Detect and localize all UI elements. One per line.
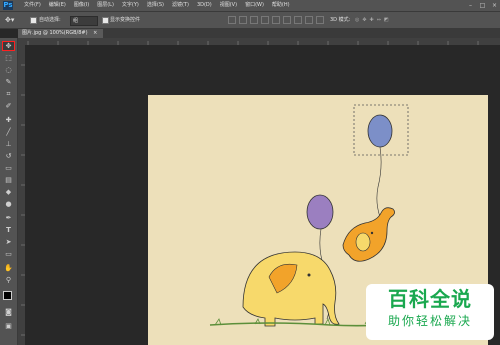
horizontal-ruler bbox=[18, 38, 500, 45]
watermark-subtitle: 助你轻松解决 bbox=[387, 314, 472, 328]
eyedropper-tool[interactable]: ✐ bbox=[3, 102, 14, 110]
distribute-v-icon[interactable] bbox=[316, 16, 324, 24]
align-bottom-icon[interactable] bbox=[250, 16, 258, 24]
align-right-icon[interactable] bbox=[283, 16, 291, 24]
brush-tool[interactable]: ╱ bbox=[3, 128, 14, 136]
yellow-elephant-eye bbox=[307, 273, 311, 277]
quick-select-tool[interactable]: ✎ bbox=[3, 78, 14, 86]
foreground-color-swatch[interactable] bbox=[3, 291, 12, 300]
menu-bar: Ps 文件(F) 编辑(E) 图像(I) 图层(L) 文字(Y) 选择(S) 滤… bbox=[0, 0, 500, 12]
auto-select-label: 自动选择: bbox=[39, 17, 61, 23]
gradient-tool[interactable]: ▤ bbox=[3, 176, 14, 184]
menu-filter[interactable]: 滤镜(T) bbox=[168, 0, 193, 11]
show-transform-checkbox[interactable] bbox=[102, 17, 109, 24]
menu-type[interactable]: 文字(Y) bbox=[118, 0, 143, 11]
dodge-tool[interactable]: ● bbox=[3, 200, 14, 208]
blue-balloon bbox=[367, 114, 393, 148]
menu-3d[interactable]: 3D(D) bbox=[193, 0, 216, 11]
document-tab[interactable]: 图片.jpg @ 100%(RGB/8#) × bbox=[18, 29, 104, 38]
marquee-tool[interactable]: ⬚ bbox=[3, 54, 14, 62]
pen-tool[interactable]: ✒ bbox=[3, 214, 14, 222]
menu-items: 文件(F) 编辑(E) 图像(I) 图层(L) 文字(Y) 选择(S) 滤镜(T… bbox=[20, 0, 294, 11]
align-hcenter-icon[interactable] bbox=[272, 16, 280, 24]
hand-tool[interactable]: ✋ bbox=[3, 264, 14, 272]
align-top-icon[interactable] bbox=[228, 16, 236, 24]
show-transform-label: 显示变换控件 bbox=[110, 17, 141, 23]
menu-layer[interactable]: 图层(L) bbox=[93, 0, 118, 11]
watermark-badge: 百科全说 助你轻松解决 bbox=[366, 284, 494, 340]
crop-tool[interactable]: ⌗ bbox=[3, 90, 14, 98]
tools-panel: ✥ ⬚ ◌ ✎ ⌗ ✐ ✚ ╱ ⊥ ↺ ▭ ▤ ◆ ● ✒ T ➤ ▭ ✋ ⚲ … bbox=[0, 38, 18, 345]
rectangle-tool[interactable]: ▭ bbox=[3, 250, 14, 258]
auto-select-dropdown[interactable]: 组 bbox=[70, 16, 98, 26]
lasso-tool[interactable]: ◌ bbox=[3, 66, 14, 74]
menu-window[interactable]: 窗口(W) bbox=[241, 0, 268, 11]
eraser-tool[interactable]: ▭ bbox=[3, 164, 14, 172]
3d-mode-label: 3D 模式: bbox=[330, 17, 351, 23]
document-tab-title: 图片.jpg @ 100%(RGB/8#) bbox=[22, 30, 88, 36]
zoom-tool[interactable]: ⚲ bbox=[3, 276, 14, 284]
watermark-title: 百科全说 bbox=[388, 287, 472, 311]
menu-file[interactable]: 文件(F) bbox=[20, 0, 45, 11]
minimize-button[interactable]: – bbox=[466, 1, 475, 10]
options-bar: ✥▾ 自动选择: 组 显示变换控件 3D 模式: ◎✥✚⇔◩ bbox=[0, 12, 500, 29]
menu-edit[interactable]: 编辑(E) bbox=[45, 0, 70, 11]
move-tool-preset-icon[interactable]: ✥▾ bbox=[5, 12, 14, 28]
clone-stamp-tool[interactable]: ⊥ bbox=[3, 140, 14, 148]
align-left-icon[interactable] bbox=[261, 16, 269, 24]
auto-select-checkbox[interactable] bbox=[30, 17, 37, 24]
close-button[interactable]: × bbox=[490, 1, 499, 10]
move-tool[interactable]: ✥ bbox=[2, 41, 15, 51]
blur-tool[interactable]: ◆ bbox=[3, 188, 14, 196]
menu-image[interactable]: 图像(I) bbox=[70, 0, 93, 11]
distribute-h-icon[interactable] bbox=[305, 16, 313, 24]
photoshop-logo: Ps bbox=[3, 1, 13, 10]
distribute-icon[interactable] bbox=[294, 16, 302, 24]
screen-mode[interactable]: ▣ bbox=[3, 322, 14, 330]
maximize-button[interactable]: □ bbox=[478, 1, 487, 10]
orange-elephant-ear bbox=[355, 232, 371, 252]
orange-elephant-eye bbox=[370, 231, 374, 235]
menu-view[interactable]: 视图(V) bbox=[216, 0, 241, 11]
healing-brush-tool[interactable]: ✚ bbox=[3, 116, 14, 124]
type-tool[interactable]: T bbox=[3, 226, 14, 234]
history-brush-tool[interactable]: ↺ bbox=[3, 152, 14, 160]
document-tab-close-icon[interactable]: × bbox=[93, 30, 97, 36]
auto-select-value: 组 bbox=[73, 18, 79, 24]
align-buttons bbox=[228, 16, 324, 24]
document-tab-bar: 图片.jpg @ 100%(RGB/8#) × bbox=[18, 29, 500, 38]
align-vcenter-icon[interactable] bbox=[239, 16, 247, 24]
path-select-tool[interactable]: ➤ bbox=[3, 238, 14, 246]
menu-help[interactable]: 帮助(H) bbox=[268, 0, 294, 11]
3d-mode-icons[interactable]: ◎✥✚⇔◩ bbox=[355, 12, 392, 28]
menu-select[interactable]: 选择(S) bbox=[143, 0, 168, 11]
purple-balloon bbox=[306, 194, 334, 230]
vertical-ruler bbox=[18, 45, 25, 345]
quick-mask-mode[interactable]: ◙ bbox=[3, 308, 14, 316]
